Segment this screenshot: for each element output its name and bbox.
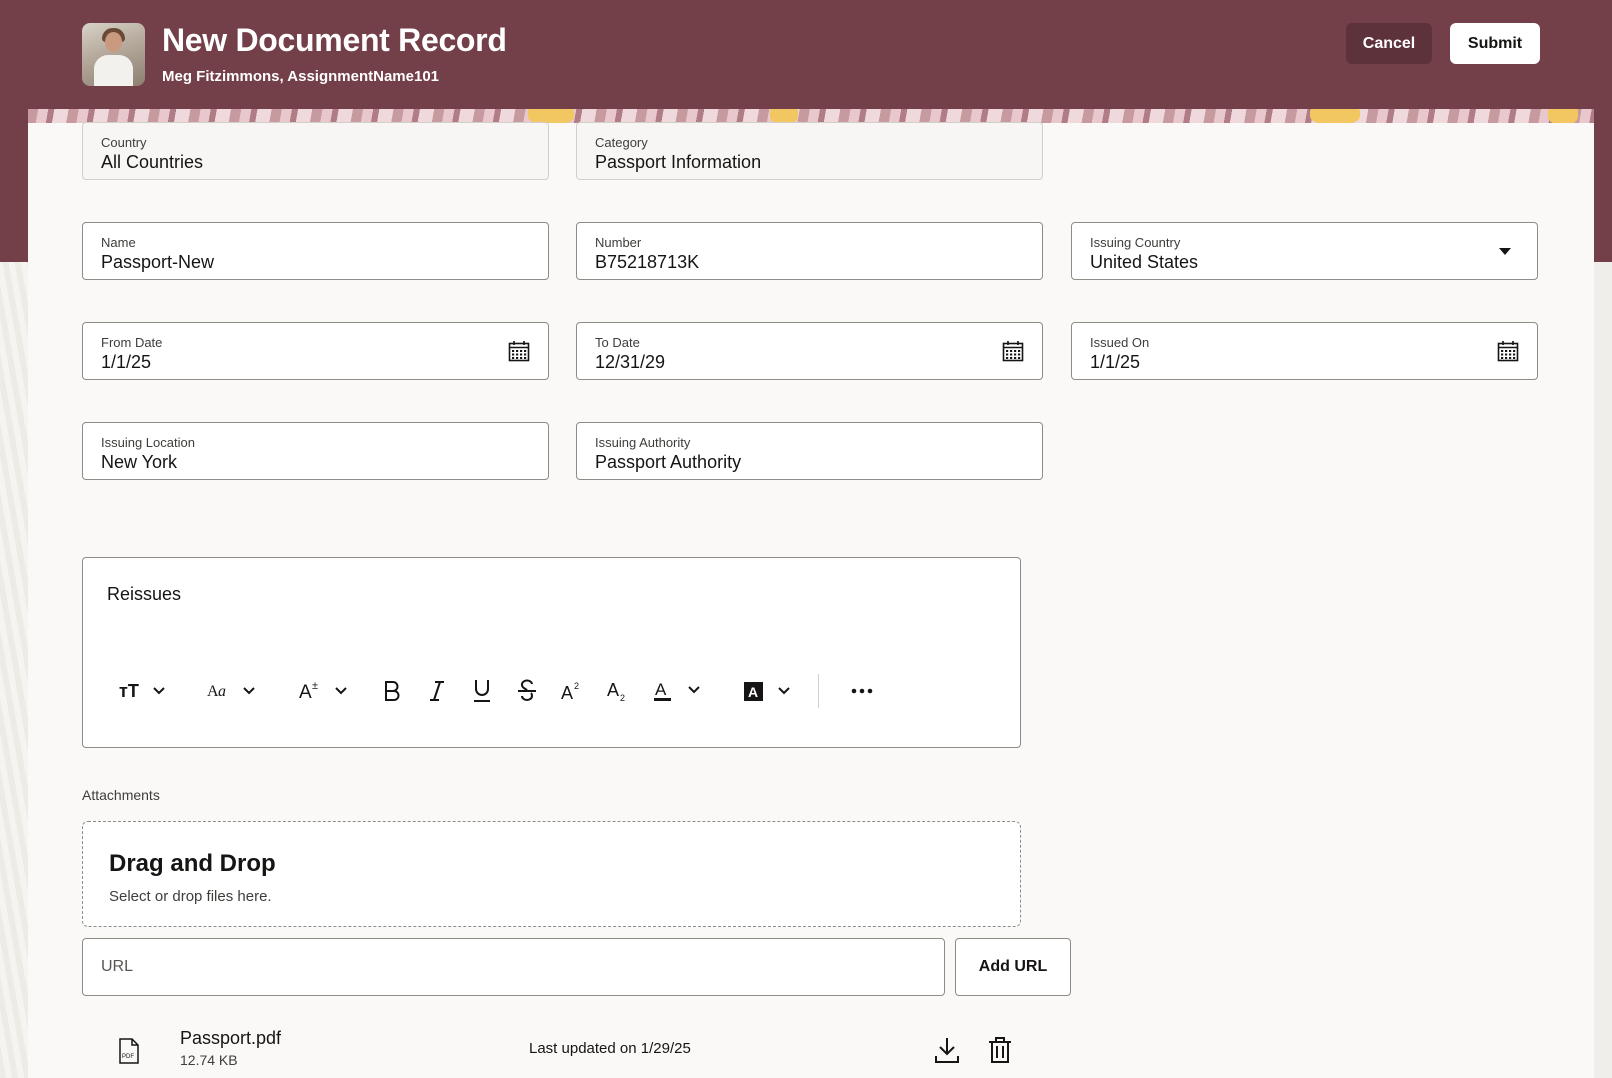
page-subtitle: Meg Fitzimmons, AssignmentName101 <box>162 68 440 85</box>
cancel-button[interactable]: Cancel <box>1346 23 1432 64</box>
svg-text:A: A <box>561 683 573 702</box>
issued-on-value[interactable]: 1/1/25 <box>1090 352 1140 373</box>
issuing-country-select[interactable]: Issuing Country United States <box>1071 222 1538 280</box>
calendar-icon[interactable] <box>1497 340 1519 362</box>
file-drop-zone[interactable]: Drag and Drop Select or drop files here. <box>82 821 1021 927</box>
svg-text:PDF: PDF <box>122 1054 134 1060</box>
svg-text:A: A <box>299 682 312 702</box>
form-card: Country All Countries Category Passport … <box>28 109 1594 1078</box>
from-date-label: From Date <box>101 335 163 350</box>
country-label: Country <box>101 135 147 150</box>
decorative-strip <box>28 109 1594 123</box>
number-field[interactable]: Number B75218713K <box>576 222 1043 280</box>
reissues-editor[interactable]: Reissues тT Aa A ± A2 A 2 A A <box>82 557 1021 748</box>
drop-zone-title: Drag and Drop <box>109 850 276 877</box>
background-pattern <box>0 262 28 1078</box>
toolbar-divider <box>818 674 819 708</box>
more-icon[interactable] <box>847 676 877 706</box>
background-edge <box>1594 262 1612 1078</box>
svg-text:A: A <box>748 684 758 700</box>
from-date-field[interactable]: From Date 1/1/25 <box>82 322 549 380</box>
url-input[interactable] <box>82 938 945 996</box>
issuing-country-label: Issuing Country <box>1090 235 1181 250</box>
attachment-row: PDF Passport.pdf 12.74 KB Last updated o… <box>82 1024 1021 1078</box>
issuing-authority-value[interactable]: Passport Authority <box>595 452 741 473</box>
svg-text:a: a <box>218 683 226 700</box>
category-field: Category Passport Information <box>576 122 1043 180</box>
file-last-updated: Last updated on 1/29/25 <box>529 1040 691 1057</box>
bold-icon[interactable] <box>379 676 405 706</box>
svg-text:2: 2 <box>574 681 579 691</box>
font-family-icon[interactable]: Aa <box>207 676 259 706</box>
issuing-authority-field[interactable]: Issuing Authority Passport Authority <box>576 422 1043 480</box>
issuing-country-value[interactable]: United States <box>1090 252 1198 273</box>
attachments-label: Attachments <box>82 787 160 803</box>
svg-text:2: 2 <box>620 693 625 703</box>
country-value: All Countries <box>101 152 204 172</box>
issued-on-label: Issued On <box>1090 335 1150 350</box>
name-label: Name <box>101 235 136 250</box>
superscript-icon[interactable]: A2 <box>559 676 585 706</box>
issuing-location-field[interactable]: Issuing Location New York <box>82 422 549 480</box>
number-value[interactable]: B75218713K <box>595 252 699 273</box>
svg-text:тT: тT <box>119 681 139 701</box>
reissues-label: Reissues <box>107 584 182 604</box>
category-value: Passport Information <box>595 152 762 172</box>
highlight-color-icon[interactable]: A <box>743 676 795 706</box>
trash-icon[interactable] <box>988 1036 1012 1064</box>
avatar <box>82 23 145 86</box>
number-label: Number <box>595 235 642 250</box>
svg-text:A: A <box>607 680 619 700</box>
strikethrough-icon[interactable] <box>514 676 540 706</box>
calendar-icon[interactable] <box>1002 340 1024 362</box>
drop-zone-hint: Select or drop files here. <box>109 888 272 905</box>
file-name[interactable]: Passport.pdf <box>180 1028 281 1049</box>
calendar-icon[interactable] <box>508 340 530 362</box>
to-date-value[interactable]: 12/31/29 <box>595 352 665 373</box>
subscript-icon[interactable]: A2 <box>605 676 631 706</box>
issuing-authority-label: Issuing Authority <box>595 435 691 450</box>
name-field[interactable]: Name Passport-New <box>82 222 549 280</box>
issuing-location-value[interactable]: New York <box>101 452 177 473</box>
font-size-icon[interactable]: A ± <box>299 676 351 706</box>
issued-on-field[interactable]: Issued On 1/1/25 <box>1071 322 1538 380</box>
issuing-location-label: Issuing Location <box>101 435 195 450</box>
svg-text:A: A <box>655 680 667 699</box>
submit-button[interactable]: Submit <box>1450 23 1540 64</box>
country-field: Country All Countries <box>82 122 549 180</box>
add-url-button[interactable]: Add URL <box>955 938 1071 996</box>
underline-icon[interactable] <box>469 676 495 706</box>
italic-icon[interactable] <box>424 676 450 706</box>
file-size: 12.74 KB <box>180 1052 238 1068</box>
svg-text:±: ± <box>312 680 318 692</box>
to-date-field[interactable]: To Date 12/31/29 <box>576 322 1043 380</box>
font-color-icon[interactable]: A <box>653 676 705 706</box>
pdf-file-icon: PDF <box>119 1038 139 1064</box>
to-date-label: To Date <box>595 335 640 350</box>
category-label: Category <box>595 135 648 150</box>
text-size-icon[interactable]: тT <box>117 676 169 706</box>
page-header: New Document Record Meg Fitzimmons, Assi… <box>0 0 1612 109</box>
from-date-value[interactable]: 1/1/25 <box>101 352 151 373</box>
rich-text-toolbar: тT Aa A ± A2 A2 A A <box>117 674 997 708</box>
caret-down-icon[interactable] <box>1499 248 1511 255</box>
page-title: New Document Record <box>162 22 507 58</box>
name-value[interactable]: Passport-New <box>101 252 214 273</box>
download-icon[interactable] <box>934 1036 960 1064</box>
